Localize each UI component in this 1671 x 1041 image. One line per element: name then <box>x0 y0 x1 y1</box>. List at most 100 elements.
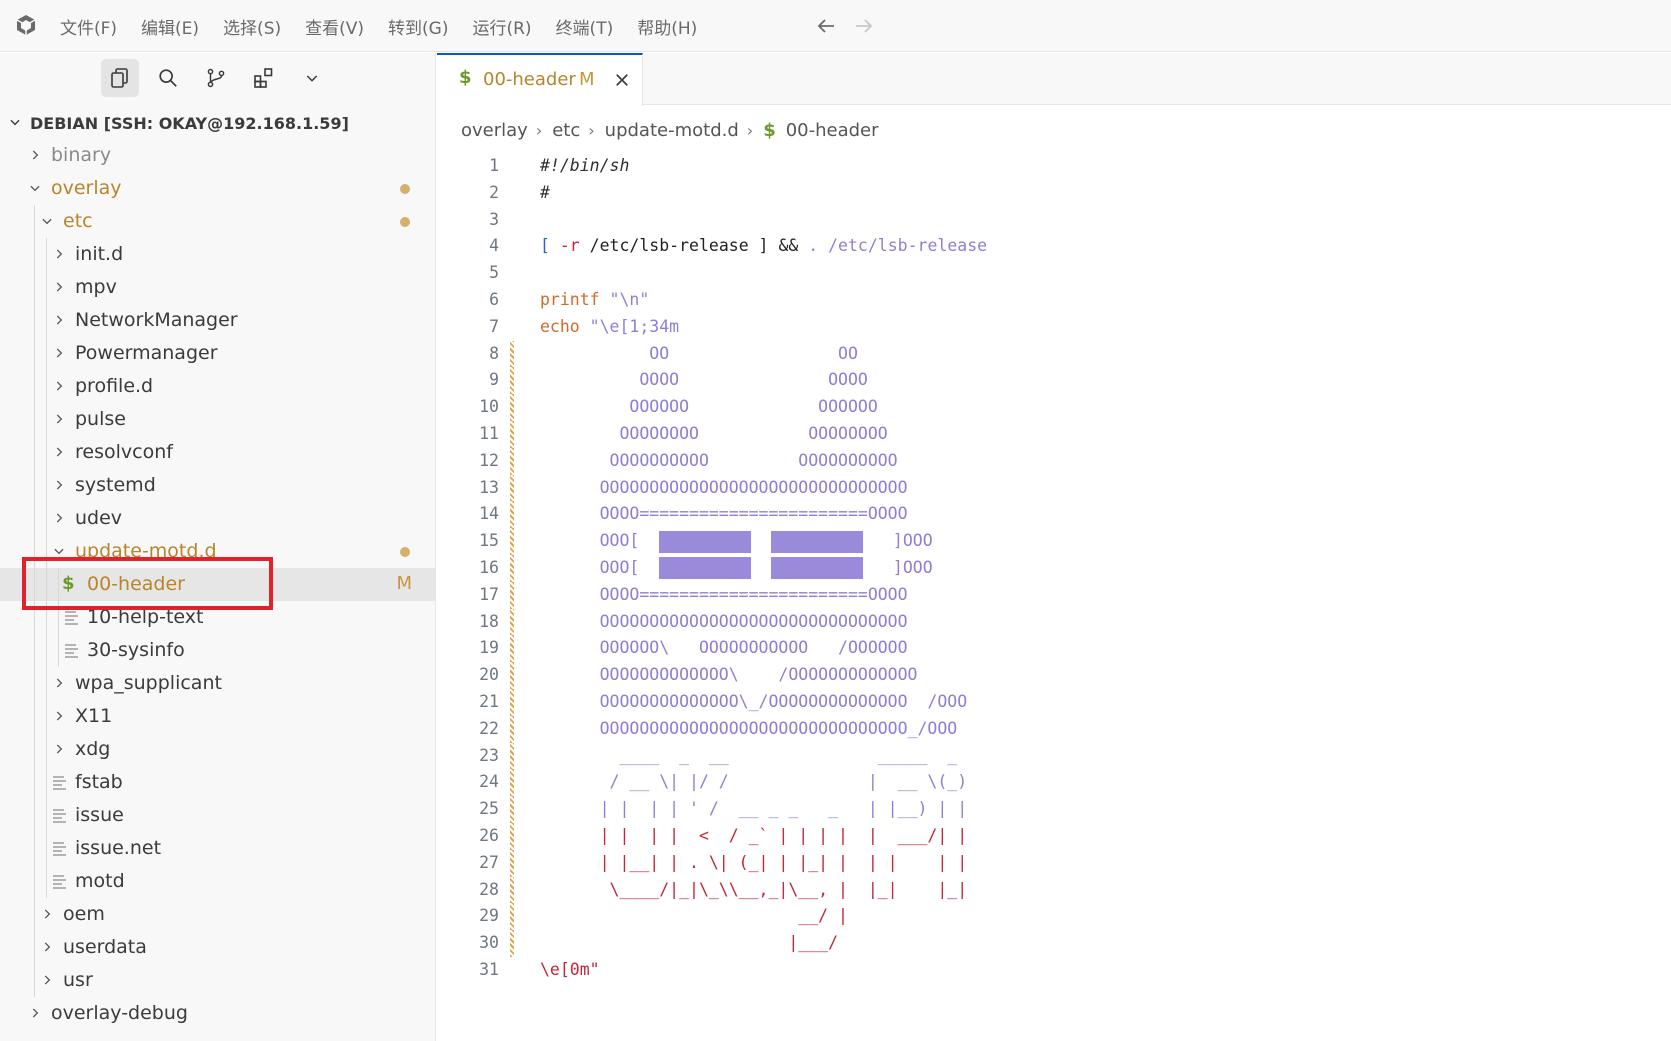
tree-item-binary[interactable]: binary <box>0 139 435 172</box>
code-text: OOOOOOOO OOOOOOOO <box>540 423 888 443</box>
menu-bar: 文件(F) 编辑(E) 选择(S) 查看(V) 转到(G) 运行(R) 终端(T… <box>60 0 721 52</box>
modified-gutter <box>510 715 514 743</box>
modified-gutter <box>510 474 514 502</box>
close-icon[interactable] <box>613 71 631 89</box>
breadcrumb-item[interactable]: overlay <box>461 120 528 141</box>
modified-gutter <box>510 796 514 823</box>
tree-item-motd[interactable]: motd <box>0 865 435 898</box>
tree-item-resolvconf[interactable]: resolvconf <box>0 436 435 469</box>
tree-item-etc[interactable]: etc <box>0 205 435 238</box>
shell-file-icon: $ <box>459 67 472 88</box>
tree-item-x11[interactable]: X11 <box>0 700 435 733</box>
tree-item-wpa-supplicant[interactable]: wpa_supplicant <box>0 667 435 700</box>
code-text: OOOO OOOO <box>540 370 868 390</box>
code-line: 26 | | | | < / _` | | | | | ___/| | <box>437 822 1671 850</box>
line-number: 18 <box>479 611 499 631</box>
menu-edit[interactable]: 编辑(E) <box>141 14 199 39</box>
code-text: echo "\e[1;34m <box>540 316 680 336</box>
tab-00-header[interactable]: $ 00-header M <box>437 53 643 106</box>
tree-item-systemd[interactable]: systemd <box>0 469 435 502</box>
tree-item-overlay-debug[interactable]: overlay-debug <box>0 997 435 1030</box>
code-editor[interactable]: 1 #!/bin/sh 2 # 3 4[ -r /etc/lsb-release ]… <box>437 153 1671 984</box>
tree-item-init-d[interactable]: init.d <box>0 238 435 271</box>
search-button[interactable] <box>149 59 187 97</box>
back-arrow-icon[interactable] <box>814 14 838 38</box>
tree-item-fstab[interactable]: fstab <box>0 766 435 799</box>
menu-file[interactable]: 文件(F) <box>60 14 117 39</box>
modified-gutter <box>510 394 514 421</box>
extensions-button[interactable] <box>245 59 283 97</box>
tree-item-udev[interactable]: udev <box>0 502 435 535</box>
code-line: 30 |___/ <box>437 930 1671 957</box>
code-line: 9 OOOO OOOO <box>437 367 1671 395</box>
tree-item-issue[interactable]: issue <box>0 799 435 832</box>
menu-help[interactable]: 帮助(H) <box>637 14 697 39</box>
more-views-button[interactable] <box>293 59 331 97</box>
modified-gutter <box>510 608 514 636</box>
code-text: / __ \| |/ / | __ \(_) <box>540 772 968 792</box>
line-number: 24 <box>479 772 499 792</box>
breadcrumb-item[interactable]: update-motd.d <box>605 120 739 141</box>
tree-item-overlay[interactable]: overlay <box>0 172 435 205</box>
tree-item-profile-d[interactable]: profile.d <box>0 370 435 403</box>
menu-terminal[interactable]: 终端(T) <box>556 14 614 39</box>
tree-item-label: mpv <box>75 276 117 298</box>
tree-item-30-sysinfo[interactable]: 30-sysinfo <box>0 634 435 667</box>
code-line: 4 [ -r /etc/lsb-release ] && . /etc/lsb-r… <box>437 233 1671 260</box>
code-line: 18 OOOOOOOOOOOOOOOOOOOOOOOOOOOOOOO <box>437 608 1671 636</box>
modified-gutter <box>510 930 514 957</box>
tree-item-powermanager[interactable]: Powermanager <box>0 337 435 370</box>
breadcrumb-item[interactable]: 00-header <box>786 120 879 141</box>
code-line: 12 OOOOOOOOOO OOOOOOOOOO <box>437 447 1671 475</box>
line-number: 15 <box>479 531 499 551</box>
forward-arrow-icon[interactable] <box>852 14 876 38</box>
tree-item-label: udev <box>75 507 123 529</box>
block-glyphs <box>771 557 864 580</box>
code-text: OOOOOOOOOOOOO\ /OOOOOOOOOOOOO <box>540 665 918 685</box>
menu-run[interactable]: 运行(R) <box>472 14 531 39</box>
tree-item-usr[interactable]: usr <box>0 964 435 997</box>
line-number: 1 <box>489 156 499 175</box>
modified-gutter <box>510 528 514 555</box>
explorer-root-header[interactable]: DEBIAN [SSH: OKAY@192.168.1.59] <box>0 107 435 139</box>
tab-label: 00-header <box>483 69 576 90</box>
code-line: 27 | |__| | . \| (_| | |_| | | | | | <box>437 849 1671 877</box>
code-line: 31 \e[0m" <box>437 957 1671 984</box>
source-control-icon <box>207 68 225 88</box>
tree-item-label: wpa_supplicant <box>75 672 222 694</box>
code-line: 3 <box>437 207 1671 234</box>
line-number: 22 <box>479 718 499 738</box>
explorer-button[interactable] <box>101 59 139 97</box>
line-number: 11 <box>479 423 499 443</box>
code-text: OOOOOO OOOOOO <box>540 397 878 417</box>
tree-item-networkmanager[interactable]: NetworkManager <box>0 304 435 337</box>
code-text: #!/bin/sh <box>540 156 630 175</box>
tree-item-oem[interactable]: oem <box>0 898 435 931</box>
line-number: 13 <box>479 477 499 497</box>
tree-item-userdata[interactable]: userdata <box>0 931 435 964</box>
menu-go[interactable]: 转到(G) <box>388 14 448 39</box>
breadcrumb-item[interactable]: etc <box>552 120 580 141</box>
tree-item-label: profile.d <box>75 375 154 397</box>
modified-gutter <box>510 662 514 689</box>
code-text: \e[0m" <box>540 959 600 979</box>
tree-item-xdg[interactable]: xdg <box>0 733 435 766</box>
tree-item-pulse[interactable]: pulse <box>0 403 435 436</box>
code-text: | |__| | . \| (_| | |_| | | | | | <box>540 852 968 872</box>
line-number: 20 <box>479 665 499 685</box>
workspace-title: DEBIAN [SSH: OKAY@192.168.1.59] <box>30 113 349 133</box>
tree-item-mpv[interactable]: mpv <box>0 271 435 304</box>
tree-item-issue-net[interactable]: issue.net <box>0 832 435 865</box>
block-glyphs <box>659 530 752 553</box>
code-line: 5 <box>437 260 1671 287</box>
menu-view[interactable]: 查看(V) <box>305 14 364 39</box>
annotation-highlight-box <box>22 557 273 610</box>
modified-gutter <box>510 581 514 609</box>
line-number: 25 <box>479 799 499 819</box>
tab-bar: $ 00-header M <box>437 53 1671 106</box>
code-text: OOOOOOOOOOOOOOOOOOOOOOOOOOOOOOO_/OOO <box>540 718 958 738</box>
block-glyphs <box>771 530 864 553</box>
source-control-button[interactable] <box>197 59 235 97</box>
menu-selection[interactable]: 选择(S) <box>223 14 281 39</box>
modified-gutter <box>510 769 514 797</box>
